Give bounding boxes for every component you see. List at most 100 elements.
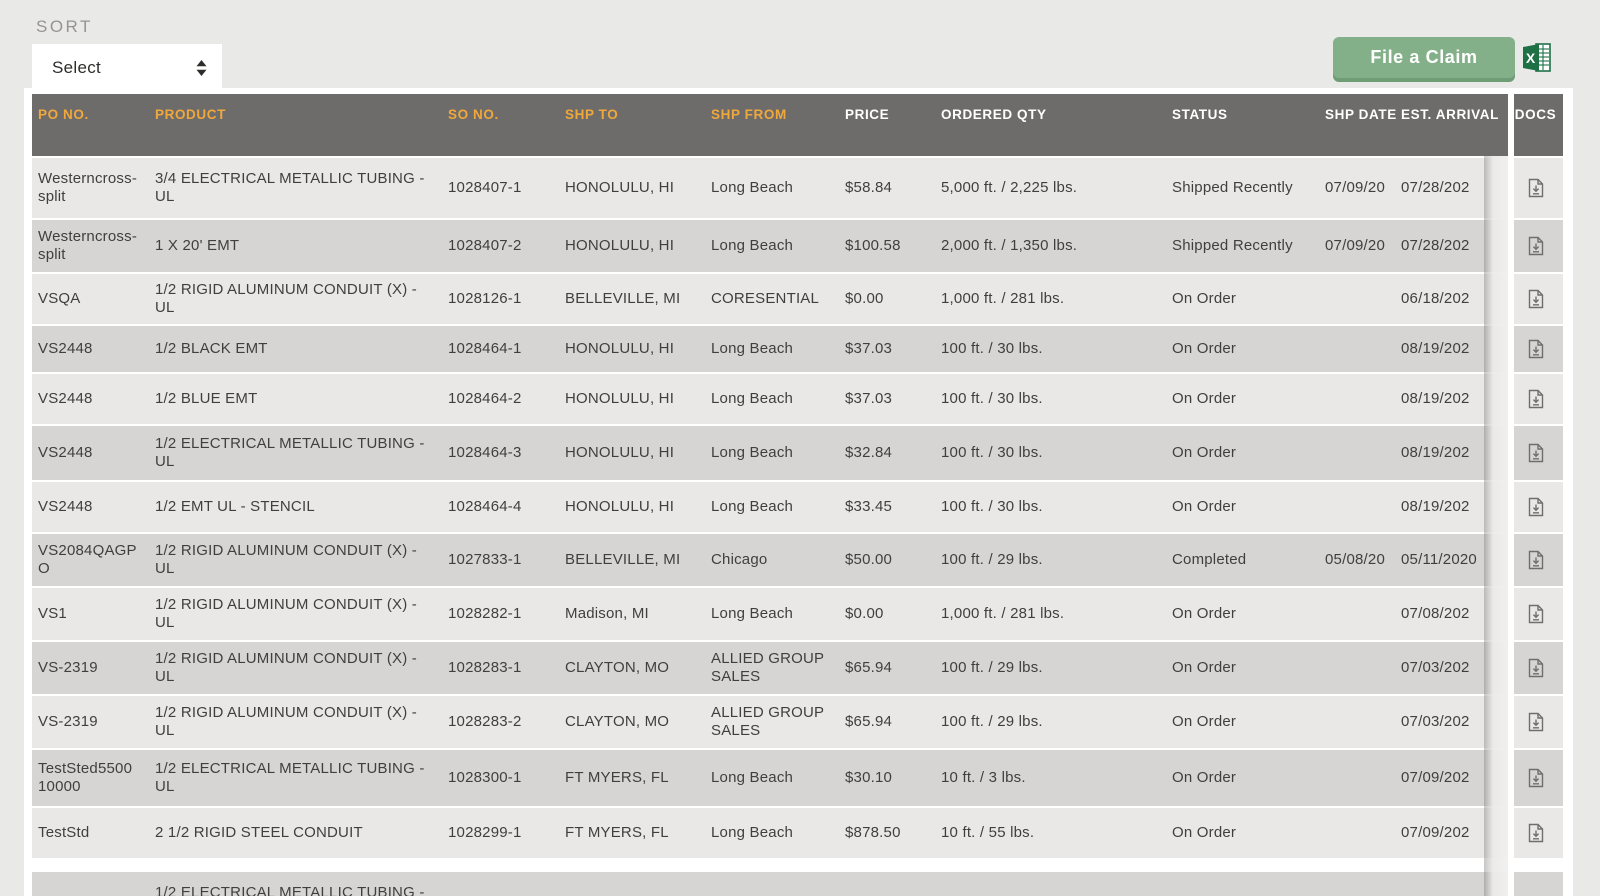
- download-doc-icon[interactable]: [1508, 289, 1563, 309]
- table-row: VS24481/2 BLACK EMT1028464-1HONOLULU, HI…: [32, 326, 1563, 372]
- orders-table: PO NO.PRODUCTSO NO.SHP TOSHP FROMPRICEOR…: [32, 94, 1568, 896]
- cell-price: $0.00: [845, 290, 941, 308]
- cell-qty: 2,000 ft. / 1,350 lbs.: [941, 237, 1172, 255]
- cell-price: $878.50: [845, 824, 941, 842]
- vertical-scrollbar[interactable]: [1484, 156, 1508, 896]
- download-doc-icon[interactable]: [1508, 604, 1563, 624]
- download-doc-icon[interactable]: [1508, 768, 1563, 788]
- header-so[interactable]: SO NO.: [448, 94, 565, 123]
- header-docs[interactable]: DOCS: [1508, 94, 1563, 123]
- cell-price: $32.84: [845, 444, 941, 462]
- table-row: VSQA1/2 RIGID ALUMINUM CONDUIT (X) - UL1…: [32, 274, 1563, 324]
- cell-qty: 100 ft. / 30 lbs.: [941, 390, 1172, 408]
- header-product[interactable]: PRODUCT: [155, 94, 448, 123]
- cell-shp_from: CORESENTIAL: [711, 290, 845, 308]
- cell-product: 1/2 ELECTRICAL METALLIC TUBING - UL: [155, 760, 448, 796]
- cell-price: $0.00: [845, 605, 941, 623]
- cell-shp_to: BELLEVILLE, MI: [565, 551, 711, 569]
- cell-shp_from: Long Beach: [711, 390, 845, 408]
- header-est_arrival[interactable]: EST. ARRIVAL: [1401, 94, 1508, 123]
- cell-status: On Order: [1172, 498, 1325, 516]
- cell-po: VS-2319: [32, 713, 155, 731]
- cell-status: On Order: [1172, 340, 1325, 358]
- cell-price: $37.03: [845, 340, 941, 358]
- cell-status: Completed: [1172, 551, 1325, 569]
- cell-product: 1/2 RIGID ALUMINUM CONDUIT (X) - UL: [155, 542, 448, 578]
- cell-qty: 100 ft. / 29 lbs.: [941, 551, 1172, 569]
- cell-price: $65.94: [845, 659, 941, 677]
- cell-product: 1/2 RIGID ALUMINUM CONDUIT (X) - UL: [155, 596, 448, 632]
- svg-text:X: X: [1526, 50, 1536, 66]
- header-shp_to[interactable]: SHP TO: [565, 94, 711, 123]
- cell-so: 1028464-1: [448, 340, 565, 358]
- cell-so: 1028282-1: [448, 605, 565, 623]
- cell-shp_to: HONOLULU, HI: [565, 237, 711, 255]
- cell-product: 1/2 BLACK EMT: [155, 340, 448, 358]
- header-price[interactable]: PRICE: [845, 94, 941, 123]
- cell-so: 1028126-1: [448, 290, 565, 308]
- header-po[interactable]: PO NO.: [32, 94, 155, 123]
- cell-shp_to: CLAYTON, MO: [565, 713, 711, 731]
- cell-po: Westerncross-split: [32, 170, 155, 206]
- cell-shp_from: Long Beach: [711, 444, 845, 462]
- cell-shp_from: Long Beach: [711, 237, 845, 255]
- cell-shp_to: HONOLULU, HI: [565, 498, 711, 516]
- download-doc-icon[interactable]: [1508, 712, 1563, 732]
- download-doc-icon[interactable]: [1508, 339, 1563, 359]
- cell-status: Shipped Recently: [1172, 179, 1325, 197]
- cell-price: $65.94: [845, 713, 941, 731]
- cell-so: 1028283-1: [448, 659, 565, 677]
- cell-shp_to: FT MYERS, FL: [565, 769, 711, 787]
- download-doc-icon[interactable]: [1508, 658, 1563, 678]
- header-status[interactable]: STATUS: [1172, 94, 1325, 123]
- cell-so: 1028283-2: [448, 713, 565, 731]
- cell-price: $33.45: [845, 498, 941, 516]
- cell-price: $100.58: [845, 237, 941, 255]
- download-doc-icon[interactable]: [1508, 823, 1563, 843]
- cell-shp_to: HONOLULU, HI: [565, 340, 711, 358]
- docs-column-divider: [1508, 94, 1514, 896]
- download-doc-icon[interactable]: [1508, 497, 1563, 517]
- cell-shp_from: Long Beach: [711, 605, 845, 623]
- download-doc-icon[interactable]: [1508, 389, 1563, 409]
- cell-qty: 100 ft. / 29 lbs.: [941, 659, 1172, 677]
- cell-so: 1027833-1: [448, 551, 565, 569]
- table-row: VS-23191/2 RIGID ALUMINUM CONDUIT (X) - …: [32, 642, 1563, 694]
- cell-product: 1/2 BLUE EMT: [155, 390, 448, 408]
- cell-shp_to: HONOLULU, HI: [565, 390, 711, 408]
- download-doc-icon[interactable]: [1508, 236, 1563, 256]
- table-row: VS24481/2 ELECTRICAL METALLIC TUBING - U…: [32, 426, 1563, 480]
- download-doc-icon[interactable]: [1508, 443, 1563, 463]
- cell-status: On Order: [1172, 605, 1325, 623]
- cell-qty: 5,000 ft. / 2,225 lbs.: [941, 179, 1172, 197]
- sort-label: SORT: [36, 17, 93, 37]
- cell-product: 1/2 ELECTRICAL METALLIC TUBING - UL: [155, 435, 448, 471]
- header-shp_from[interactable]: SHP FROM: [711, 94, 845, 123]
- cell-so: 1028300-1: [448, 769, 565, 787]
- sort-select-value: Select: [52, 58, 101, 78]
- header-qty[interactable]: ORDERED QTY: [941, 94, 1172, 123]
- sort-select[interactable]: Select: [32, 44, 222, 92]
- cell-product: 1/2 RIGID ALUMINUM CONDUIT (X) - UL: [155, 704, 448, 740]
- cell-po: VS2448: [32, 340, 155, 358]
- cell-shp_to: HONOLULU, HI: [565, 179, 711, 197]
- cell-po: VS2448: [32, 390, 155, 408]
- cell-shp_to: FT MYERS, FL: [565, 824, 711, 842]
- table-row: Westerncross-split3/4 ELECTRICAL METALLI…: [32, 158, 1563, 218]
- header-shp_date[interactable]: SHP DATE: [1325, 94, 1401, 123]
- file-claim-button[interactable]: File a Claim: [1333, 37, 1515, 78]
- cell-qty: 10 ft. / 3 lbs.: [941, 769, 1172, 787]
- table-row: VS11/2 RIGID ALUMINUM CONDUIT (X) - UL10…: [32, 588, 1563, 640]
- cell-product: 1/2 ELECTRICAL METALLIC TUBING - UL: [155, 884, 448, 896]
- cell-shp_from: Long Beach: [711, 179, 845, 197]
- download-doc-icon[interactable]: [1508, 550, 1563, 570]
- cell-shp_from: Long Beach: [711, 824, 845, 842]
- excel-export-icon[interactable]: X: [1521, 41, 1554, 74]
- cell-po: VSQA: [32, 290, 155, 308]
- cell-qty: 100 ft. / 30 lbs.: [941, 444, 1172, 462]
- cell-so: 1028464-4: [448, 498, 565, 516]
- cell-shp_to: HONOLULU, HI: [565, 444, 711, 462]
- download-doc-icon[interactable]: [1508, 178, 1563, 198]
- cell-shp_from: ALLIED GROUP SALES: [711, 650, 845, 686]
- cell-po: VS1: [32, 605, 155, 623]
